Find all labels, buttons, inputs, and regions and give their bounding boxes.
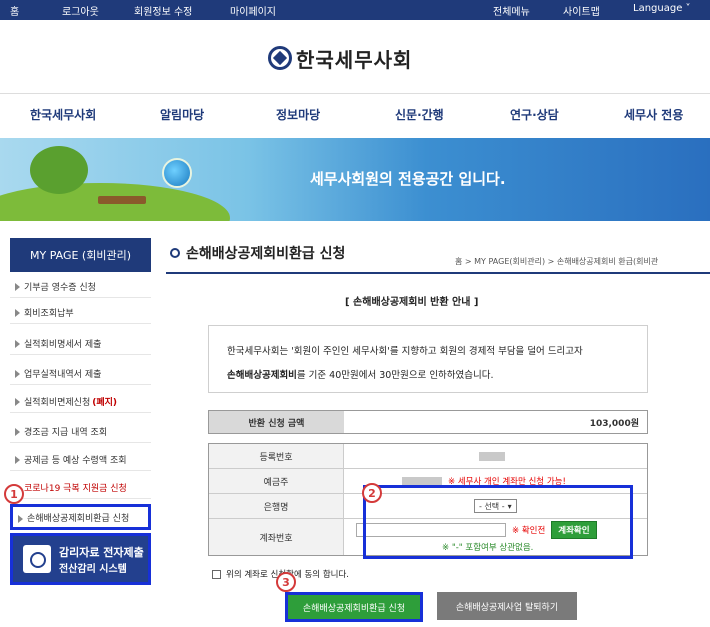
notice-line-2: 손해배상공제회비를 기준 40만원에서 30만원으로 인하하였습니다.	[227, 364, 629, 388]
electronic-audit-line2: 전산감리 시스템	[59, 563, 127, 575]
notice-box: 한국세무사회는 '회원이 주인인 세무사회'를 지향하고 회원의 경제적 부담을…	[208, 325, 648, 393]
step-marker-3: 3	[276, 572, 296, 592]
divider	[166, 272, 710, 274]
section-heading: [ 손해배상공제회비 반환 안내 ]	[345, 297, 479, 308]
nav-item-kacpta[interactable]: 한국세무사회	[30, 106, 96, 123]
account-label: 계좌번호	[209, 519, 344, 555]
logo-emblem-icon	[268, 46, 292, 70]
location-pin-icon	[170, 248, 180, 258]
banner: 세무사회원의 전용공간 입니다.	[0, 138, 710, 221]
sidebar-item-donation-receipt[interactable]: 기부금 영수증 신청	[10, 275, 151, 298]
nav-item-info[interactable]: 정보마당	[276, 106, 320, 123]
reg-no-value	[344, 444, 647, 468]
sidebar-item-label: 실적회비면제신청	[24, 397, 91, 408]
masked-reg-no	[479, 451, 505, 461]
step-marker-1: 1	[4, 484, 24, 504]
page-title-text: 손해배상공제회비환급 신청	[186, 246, 346, 262]
sidebar-item-expected-payout[interactable]: 공제금 등 예상 수령액 조회	[10, 448, 151, 471]
triangle-right-icon	[15, 456, 20, 464]
notice-line-2-rest: 를 기준 40만원에서 30만원으로 인하하였습니다.	[296, 370, 494, 381]
sidebar-item-label: 회비조회납부	[24, 308, 74, 319]
triangle-right-icon	[18, 515, 23, 523]
highlight-box-step-2	[363, 485, 633, 559]
sidebar-item-fee-payment[interactable]: 회비조회납부	[10, 301, 151, 324]
sidebar-item-work-record[interactable]: 업무실적내역서 제출	[10, 362, 151, 385]
sidebar-item-condolence[interactable]: 경조금 지급 내역 조회	[10, 420, 151, 443]
sidebar-item-label: 실적회비명세서 제출	[24, 339, 102, 350]
agree-checkbox[interactable]	[212, 569, 221, 579]
abolished-badge: (폐지)	[92, 397, 118, 408]
sidebar-item-label: 업무실적내역서 제출	[24, 369, 102, 380]
bench-icon	[98, 196, 146, 204]
refund-amount-row: 반환 신청 금액 103,000원	[208, 410, 648, 434]
breadcrumb: 홈 > MY PAGE(회비관리) > 손해배상공제회비 환급(회비관	[455, 257, 659, 266]
sidebar-item-label: 코로나19 극복 지원금 신청	[24, 483, 127, 494]
reg-no-label: 등록번호	[209, 444, 344, 468]
notice-line-1: 한국세무사회는 '회원이 주인인 세무사회'를 지향하고 회원의 경제적 부담을…	[227, 346, 583, 357]
holder-label: 예금주	[209, 469, 344, 493]
magnifier-icon	[23, 545, 51, 573]
sidebar-item-label: 손해배상공제회비환급 신청	[27, 513, 130, 524]
language-dropdown[interactable]: Language ˅	[633, 3, 691, 14]
step-marker-2: 2	[362, 483, 382, 503]
refund-amount-label: 반환 신청 금액	[209, 411, 344, 433]
sidebar-item-label: 기부금 영수증 신청	[24, 282, 96, 293]
electronic-audit-button[interactable]: 감리자료 전자제출 전산감리 시스템	[10, 533, 151, 585]
bank-label: 은행명	[209, 494, 344, 518]
nav-item-news[interactable]: 신문·간행	[395, 106, 444, 123]
refund-amount-value: 103,000원	[589, 418, 639, 429]
nav-item-research[interactable]: 연구·상담	[510, 106, 559, 123]
sidebar-item-label: 경조금 지급 내역 조회	[24, 427, 108, 438]
top-link-home[interactable]: 홈	[10, 3, 19, 18]
tree-icon	[30, 146, 88, 194]
triangle-right-icon	[15, 398, 20, 406]
apply-refund-button[interactable]: 손해배상공제회비환급 신청	[285, 592, 423, 622]
page-title: 손해배상공제회비환급 신청	[170, 243, 345, 263]
sidebar-title: MY PAGE (회비관리)	[10, 238, 151, 272]
logo-text: 한국세무사회	[296, 47, 413, 72]
nav-item-notice[interactable]: 알림마당	[160, 106, 204, 123]
electronic-audit-line1: 감리자료 전자제출	[59, 545, 144, 559]
divider	[0, 93, 710, 94]
banner-text: 세무사회원의 전용공간 입니다.	[310, 170, 506, 188]
top-bar: 홈 로그아웃 회원정보 수정 마이페이지 전체메뉴 사이트맵 Language …	[0, 0, 710, 20]
top-link-mypage[interactable]: 마이페이지	[230, 3, 276, 18]
withdraw-button[interactable]: 손해배상공제사업 탈퇴하기	[437, 592, 577, 620]
sidebar-item-label: 공제금 등 예상 수령액 조회	[24, 455, 127, 466]
triangle-right-icon	[15, 340, 20, 348]
top-link-sitemap[interactable]: 사이트맵	[563, 3, 600, 18]
triangle-right-icon	[15, 370, 20, 378]
top-link-edit-profile[interactable]: 회원정보 수정	[134, 3, 192, 18]
sidebar-item-covid-support[interactable]: 코로나19 극복 지원금 신청	[10, 476, 151, 499]
language-label: Language	[633, 3, 683, 14]
notice-bold-term: 손해배상공제회비	[227, 370, 297, 381]
globe-icon	[162, 158, 192, 188]
top-link-logout[interactable]: 로그아웃	[62, 3, 99, 18]
triangle-right-icon	[15, 309, 20, 317]
top-link-full-menu[interactable]: 전체메뉴	[493, 3, 530, 18]
nav-item-members-only[interactable]: 세무사 전용	[624, 106, 683, 123]
chevron-down-icon: ˅	[685, 3, 691, 14]
triangle-right-icon	[15, 283, 20, 291]
form-row-reg-no: 등록번호	[209, 444, 647, 469]
sidebar-item-liability-refund[interactable]: 손해배상공제회비환급 신청	[10, 504, 151, 530]
site-logo[interactable]: 한국세무사회	[268, 44, 412, 72]
sidebar-item-fee-exemption[interactable]: 실적회비면제신청 (폐지)	[10, 390, 151, 413]
triangle-right-icon	[15, 428, 20, 436]
sidebar-item-performance-fee[interactable]: 실적회비명세서 제출	[10, 332, 151, 355]
